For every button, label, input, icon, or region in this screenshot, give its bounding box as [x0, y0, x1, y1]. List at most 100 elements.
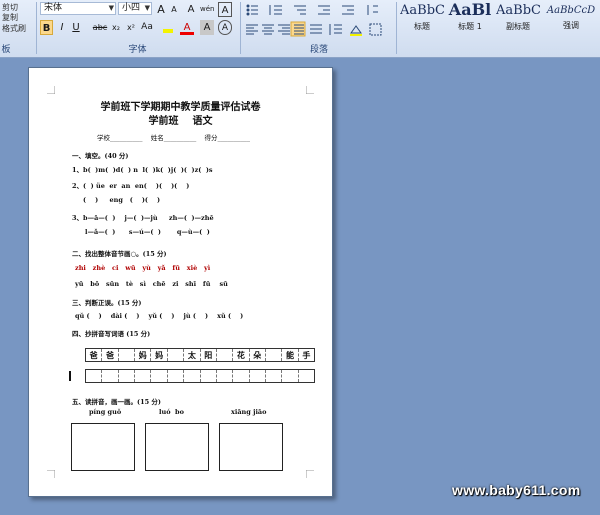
separator	[36, 2, 37, 54]
crop-mark	[306, 86, 314, 94]
grid-cell[interactable]	[168, 349, 185, 361]
crop-mark	[47, 470, 55, 478]
superscript-button[interactable]: x²	[124, 20, 138, 35]
grid-cell[interactable]	[119, 370, 136, 382]
align-center-icon	[262, 24, 274, 35]
paragraph-icons	[246, 4, 382, 37]
bullets-icon	[246, 4, 258, 16]
style-emphasis[interactable]: AaBbCcD 强调	[542, 0, 600, 40]
separator	[240, 2, 241, 54]
grid-cell[interactable]	[135, 370, 152, 382]
change-case-button[interactable]: Aa	[139, 20, 155, 35]
paragraph-group-label: 段落	[309, 45, 328, 55]
grid-cell[interactable]: 手	[299, 349, 314, 361]
style-sample: AaBbCcD	[546, 5, 596, 16]
crop-mark	[47, 86, 55, 94]
writing-grid: 爸爸 妈妈 太阳 花朵 能手	[85, 348, 315, 362]
pinyin-label: xiāng jiāo	[231, 408, 267, 416]
char-shading-button[interactable]: A	[200, 20, 214, 35]
style-subtitle[interactable]: AaBbC 副标题	[496, 0, 540, 40]
format-painter-button[interactable]: 格式刷	[2, 23, 26, 34]
grid-cell[interactable]: 能	[282, 349, 299, 361]
grow-font-button[interactable]: A	[155, 2, 167, 17]
style-name: 副标题	[506, 22, 530, 31]
drawing-box[interactable]	[145, 423, 209, 471]
numbering-icon	[269, 5, 282, 15]
grid-cell[interactable]: 爸	[86, 349, 103, 361]
increase-indent-icon	[342, 5, 354, 15]
subscript-button[interactable]: x₂	[109, 20, 123, 35]
shrink-font-button[interactable]: A	[168, 2, 180, 17]
student-info: 学校__________ 姓名__________ 得分__________	[97, 134, 251, 142]
grid-cell[interactable]: 爸	[102, 349, 119, 361]
section-3-heading: 三、判断正误。(15 分)	[72, 299, 142, 307]
highlight-button[interactable]	[160, 20, 176, 35]
sort-icon	[367, 5, 378, 15]
grid-cell[interactable]	[266, 349, 283, 361]
grid-cell[interactable]	[217, 349, 234, 361]
bold-button[interactable]: B	[40, 20, 53, 35]
chevron-down-icon[interactable]: ▼	[145, 3, 150, 14]
grid-cell[interactable]	[151, 370, 168, 382]
grid-cell[interactable]	[266, 370, 283, 382]
grid-cell[interactable]	[168, 370, 185, 382]
font-size-value: 小四	[122, 3, 141, 13]
grid-cell[interactable]	[250, 370, 266, 382]
pinyin-label: luó bo	[159, 408, 184, 416]
style-sample: AaBbC	[400, 3, 444, 18]
style-name: 标题	[414, 22, 430, 31]
section-1-heading: 一、填空。(40 分)	[72, 152, 129, 160]
style-heading[interactable]: AaBbC 标题	[400, 0, 444, 40]
grid-cell[interactable]: 阳	[201, 349, 217, 361]
drawing-box[interactable]	[71, 423, 135, 471]
style-heading-1[interactable]: AaBl 标题 1	[448, 0, 492, 40]
clear-format-button[interactable]: A	[184, 2, 198, 17]
section-2-heading: 二、找出整体音节画○。(15 分)	[72, 250, 167, 258]
grid-cell[interactable]: 妈	[151, 349, 168, 361]
crop-mark	[306, 470, 314, 478]
enclose-char-button[interactable]: A	[218, 20, 232, 35]
grid-cell[interactable]: 太	[184, 349, 201, 361]
char-border-button[interactable]: A	[218, 2, 232, 17]
grid-cell[interactable]	[119, 349, 136, 361]
italic-button[interactable]: I	[56, 20, 68, 35]
writing-grid-blank[interactable]	[85, 369, 315, 383]
underline-button[interactable]: U	[70, 20, 82, 35]
grid-cell[interactable]	[201, 370, 217, 382]
font-size-combo[interactable]: 小四 ▼	[118, 2, 152, 15]
font-color-button[interactable]: A	[180, 20, 194, 35]
phonetic-guide-button[interactable]: wén	[200, 2, 214, 17]
judge-row: qǔ ( ) dài ( ) yǔ ( ) jù ( ) xǔ ( )	[75, 312, 244, 320]
grid-cell[interactable]: 妈	[135, 349, 152, 361]
style-name: 强调	[563, 21, 579, 30]
grid-cell[interactable]	[86, 370, 103, 382]
syllable-row: zhi zhè ci wū yù yǎ fū xiè yì	[75, 264, 211, 272]
question-line: 1、b( )m( )d( ) n l( )k( )j( )( )z( )s	[72, 166, 213, 174]
grid-cell[interactable]	[217, 370, 234, 382]
font-name-combo[interactable]: 宋体 ▼	[40, 2, 116, 15]
grid-cell[interactable]	[102, 370, 119, 382]
grid-cell[interactable]	[299, 370, 314, 382]
chevron-down-icon[interactable]: ▼	[109, 3, 114, 14]
grid-cell[interactable]	[233, 370, 250, 382]
separator	[396, 2, 397, 54]
style-name: 标题 1	[458, 22, 482, 31]
pinyin-label: píng guǒ	[89, 408, 122, 416]
multilevel-list-icon	[294, 5, 306, 15]
copy-button[interactable]: 复制	[2, 12, 18, 23]
watermark: www.baby611.com	[452, 482, 581, 498]
highlighter-icon	[163, 29, 173, 33]
document-page[interactable]: 学前班下学期期中教学质量评估试卷 学前班 语文 学校__________ 姓名_…	[28, 67, 333, 497]
text-cursor	[69, 371, 71, 381]
question-line: l—ǎ—( ) s—ú—( ) q—ù—( )	[85, 228, 210, 236]
grid-cell[interactable]	[282, 370, 299, 382]
grid-cell[interactable]: 朵	[250, 349, 266, 361]
font-group-label: 字体	[128, 45, 147, 55]
font-name-value: 宋体	[44, 3, 63, 13]
strikethrough-button[interactable]: abc	[92, 20, 108, 35]
drawing-box[interactable]	[219, 423, 283, 471]
question-line: 3、b—ā—( ) j—( )—jù zh—( )—zhē	[72, 214, 214, 222]
align-left-icon	[246, 24, 258, 35]
grid-cell[interactable]	[184, 370, 201, 382]
grid-cell[interactable]: 花	[233, 349, 250, 361]
